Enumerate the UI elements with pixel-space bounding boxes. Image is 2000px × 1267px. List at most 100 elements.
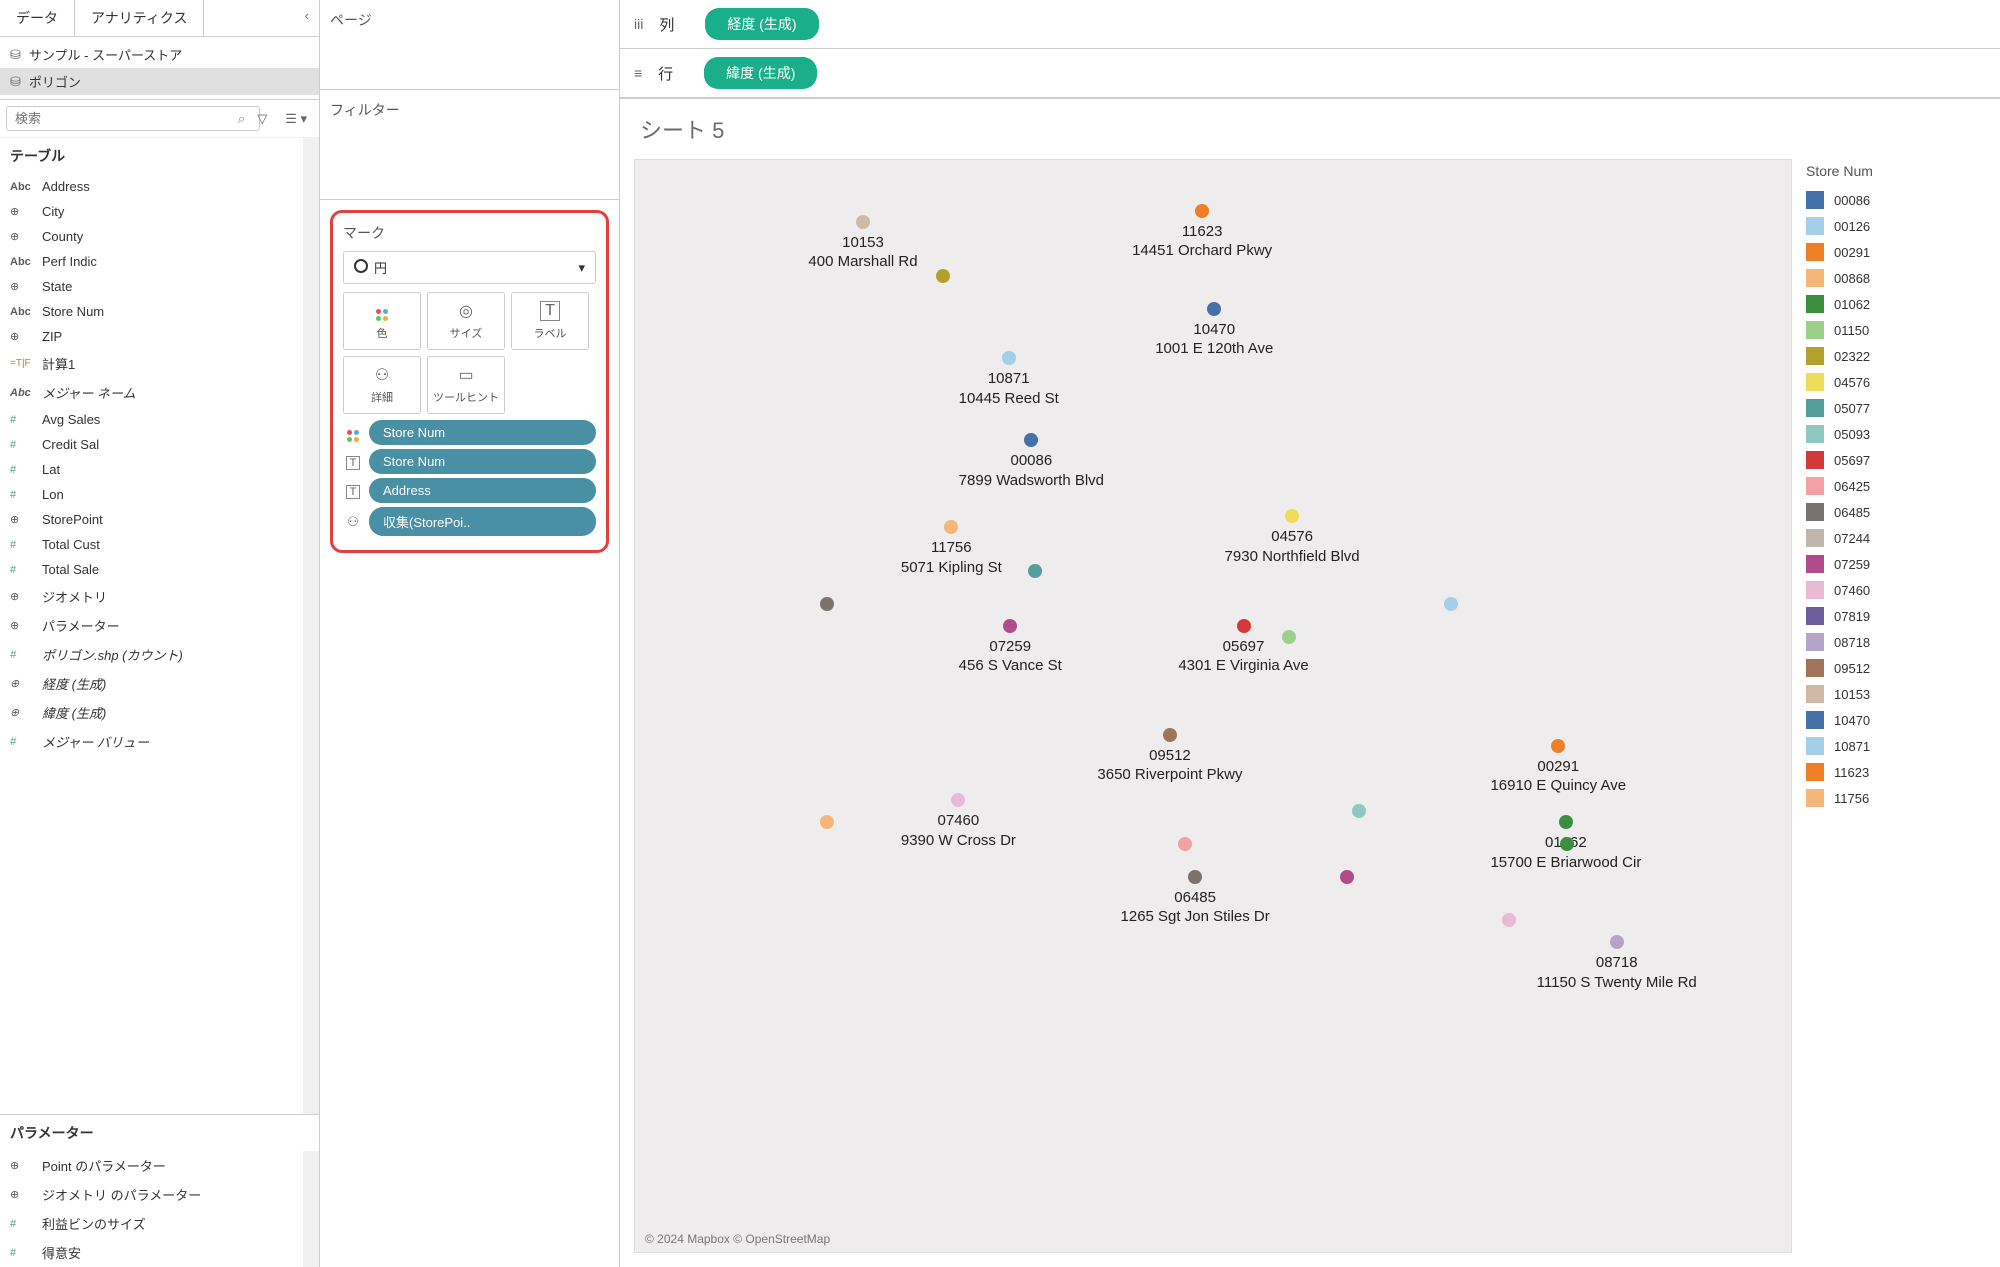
field-item[interactable]: ⊕パラメーター: [0, 611, 303, 640]
detail-button[interactable]: ⚇ 詳細: [343, 356, 421, 414]
legend-item[interactable]: 11756: [1806, 785, 1986, 811]
map-point-unlabeled[interactable]: [1028, 564, 1042, 582]
field-item[interactable]: AbcAddress: [0, 174, 303, 199]
legend-item[interactable]: 07259: [1806, 551, 1986, 577]
marks-type-dropdown[interactable]: 円 ▾: [343, 251, 596, 284]
map-point-unlabeled[interactable]: [1502, 913, 1516, 931]
tab-data[interactable]: データ: [0, 0, 75, 36]
tab-analytics[interactable]: アナリティクス: [75, 0, 204, 36]
size-button[interactable]: ◎ サイズ: [427, 292, 505, 350]
field-item[interactable]: ⊕ジオメトリ: [0, 582, 303, 611]
map-point[interactable]: 0029116910 E Quincy Ave: [1490, 739, 1626, 796]
map-point-unlabeled[interactable]: [1352, 804, 1366, 822]
legend-item[interactable]: 02322: [1806, 343, 1986, 369]
collapse-panel-icon[interactable]: ‹: [295, 0, 319, 36]
field-item[interactable]: AbcPerf Indic: [0, 249, 303, 274]
field-item[interactable]: AbcStore Num: [0, 299, 303, 324]
mark-pill[interactable]: 収集(StorePoi..: [369, 507, 596, 536]
map-point[interactable]: 045767930 Northfield Blvd: [1225, 509, 1360, 566]
field-item[interactable]: #メジャー バリュー: [0, 727, 303, 756]
field-item[interactable]: ⊕緯度 (生成): [0, 698, 303, 727]
mark-pill[interactable]: Store Num: [369, 420, 596, 445]
table-header: テーブル: [0, 138, 303, 174]
filter-icon[interactable]: ▽: [251, 107, 273, 131]
param-item[interactable]: #利益ビンのサイズ: [0, 1209, 303, 1238]
search-input[interactable]: [6, 106, 260, 131]
field-item[interactable]: #Avg Sales: [0, 407, 303, 432]
tooltip-button[interactable]: ▭ ツールヒント: [427, 356, 505, 414]
color-button[interactable]: 色: [343, 292, 421, 350]
legend-item[interactable]: 04576: [1806, 369, 1986, 395]
field-item[interactable]: Abcメジャー ネーム: [0, 378, 303, 407]
legend-item[interactable]: 05093: [1806, 421, 1986, 447]
legend-item[interactable]: 00086: [1806, 187, 1986, 213]
legend-item[interactable]: 06485: [1806, 499, 1986, 525]
map-point-unlabeled[interactable]: [1178, 837, 1192, 855]
legend-item[interactable]: 10153: [1806, 681, 1986, 707]
mark-pill[interactable]: Store Num: [369, 449, 596, 474]
param-label: 利益ビンのサイズ: [42, 1214, 146, 1233]
map-point-unlabeled[interactable]: [820, 815, 834, 833]
map-point[interactable]: 1087110445 Reed St: [959, 351, 1059, 408]
field-item[interactable]: #ポリゴン.shp (カウント): [0, 640, 303, 669]
legend-item[interactable]: 07460: [1806, 577, 1986, 603]
param-item[interactable]: #得意安: [0, 1238, 303, 1267]
field-item[interactable]: ⊕経度 (生成): [0, 669, 303, 698]
mark-pill[interactable]: Address: [369, 478, 596, 503]
fields-scrollbar[interactable]: [303, 138, 319, 1114]
map-point-unlabeled[interactable]: [820, 597, 834, 615]
field-item[interactable]: #Lat: [0, 457, 303, 482]
legend-item[interactable]: 09512: [1806, 655, 1986, 681]
field-item[interactable]: #Total Cust: [0, 532, 303, 557]
map-point[interactable]: 074609390 W Cross Dr: [901, 793, 1016, 850]
legend-item[interactable]: 10871: [1806, 733, 1986, 759]
legend-item[interactable]: 07244: [1806, 525, 1986, 551]
legend-item[interactable]: 00126: [1806, 213, 1986, 239]
map-point[interactable]: 064851265 Sgt Jon Stiles Dr: [1121, 870, 1270, 927]
map-point[interactable]: 000867899 Wadsworth Blvd: [959, 433, 1104, 490]
legend-item[interactable]: 00868: [1806, 265, 1986, 291]
field-item[interactable]: #Lon: [0, 482, 303, 507]
field-item[interactable]: ⊕State: [0, 274, 303, 299]
search-icon[interactable]: ⌕: [238, 111, 245, 127]
map-point-unlabeled[interactable]: [936, 269, 950, 287]
view-options-icon[interactable]: ☰ ▾: [279, 107, 313, 131]
field-item[interactable]: =T|F計算1: [0, 349, 303, 378]
legend-item[interactable]: 01150: [1806, 317, 1986, 343]
legend-item[interactable]: 10470: [1806, 707, 1986, 733]
field-item[interactable]: #Credit Sal: [0, 432, 303, 457]
legend-item[interactable]: 05077: [1806, 395, 1986, 421]
rows-pill[interactable]: 緯度 (生成): [704, 57, 817, 89]
map-point[interactable]: 095123650 Riverpoint Pkwy: [1097, 728, 1242, 785]
map-point-unlabeled[interactable]: [1340, 870, 1354, 888]
legend-item[interactable]: 08718: [1806, 629, 1986, 655]
param-item[interactable]: ⊕ジオメトリ のパラメーター: [0, 1180, 303, 1209]
map-point[interactable]: 10153400 Marshall Rd: [808, 215, 917, 272]
field-item[interactable]: ⊕ZIP: [0, 324, 303, 349]
datasource-polygon[interactable]: ⛁ ポリゴン: [0, 68, 319, 95]
legend-item[interactable]: 11623: [1806, 759, 1986, 785]
map-point[interactable]: 104701001 E 120th Ave: [1155, 302, 1273, 359]
map-view[interactable]: © 2024 Mapbox © OpenStreetMap 10153400 M…: [634, 159, 1792, 1253]
legend-item[interactable]: 00291: [1806, 239, 1986, 265]
field-item[interactable]: ⊕StorePoint: [0, 507, 303, 532]
map-point-unlabeled[interactable]: [1282, 630, 1296, 648]
legend-item[interactable]: 01062: [1806, 291, 1986, 317]
field-item[interactable]: #Total Sale: [0, 557, 303, 582]
label-button[interactable]: T ラベル: [511, 292, 589, 350]
map-point-unlabeled[interactable]: [1560, 837, 1574, 855]
param-item[interactable]: ⊕Point のパラメーター: [0, 1151, 303, 1180]
map-point[interactable]: 1162314451 Orchard Pkwy: [1132, 204, 1272, 261]
legend-item[interactable]: 06425: [1806, 473, 1986, 499]
params-scrollbar[interactable]: [303, 1151, 319, 1267]
field-item[interactable]: ⊕City: [0, 199, 303, 224]
map-point[interactable]: 0871811150 S Twenty Mile Rd: [1537, 935, 1697, 992]
legend-item[interactable]: 07819: [1806, 603, 1986, 629]
datasource-sample[interactable]: ⛁ サンプル - スーパーストア: [0, 41, 319, 68]
legend-item[interactable]: 05697: [1806, 447, 1986, 473]
map-point[interactable]: 117565071 Kipling St: [901, 520, 1002, 577]
map-point-unlabeled[interactable]: [1444, 597, 1458, 615]
columns-pill[interactable]: 経度 (生成): [705, 8, 818, 40]
field-item[interactable]: ⊕County: [0, 224, 303, 249]
map-point[interactable]: 07259456 S Vance St: [959, 619, 1062, 676]
